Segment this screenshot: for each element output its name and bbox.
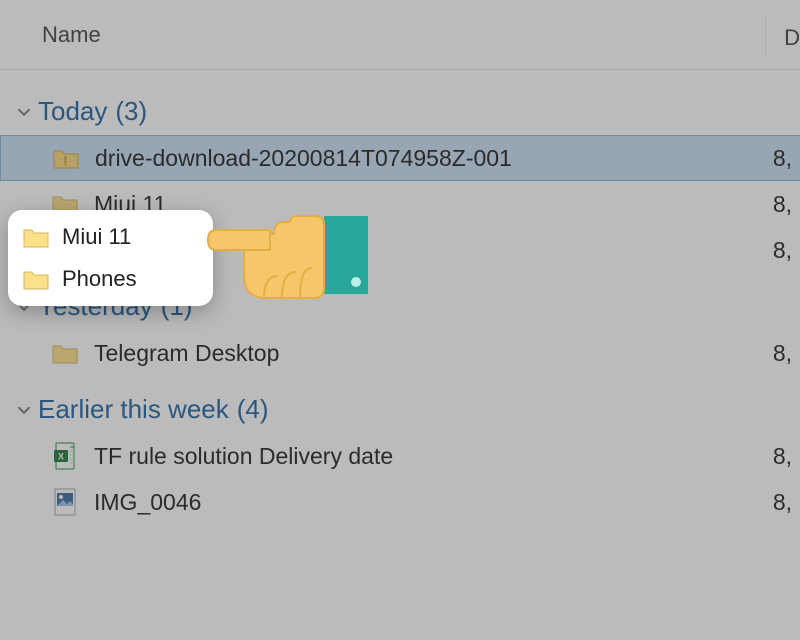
excel-file-icon: X — [50, 442, 80, 470]
annotation-callout: Miui 11 Phones — [8, 210, 213, 306]
file-date: 8, — [773, 227, 792, 273]
file-row[interactable]: X TF rule solution Delivery date 8, — [0, 433, 800, 479]
file-row[interactable]: Telegram Desktop 8, — [0, 330, 800, 376]
callout-item: Miui 11 — [8, 216, 213, 258]
file-name: Telegram Desktop — [94, 340, 800, 367]
file-date: 8, — [773, 479, 792, 525]
file-date: 8, — [773, 136, 792, 180]
file-name: TF rule solution Delivery date — [94, 443, 800, 470]
image-file-icon — [50, 488, 80, 516]
file-row[interactable]: drive-download-20200814T074958Z-001 8, — [0, 135, 800, 181]
group-count: (3) — [115, 96, 147, 127]
group-label: Earlier this week — [38, 394, 229, 425]
group-header-earlier[interactable]: Earlier this week (4) — [0, 386, 800, 433]
folder-icon — [22, 226, 50, 248]
callout-item: Phones — [8, 258, 213, 300]
file-name: drive-download-20200814T074958Z-001 — [95, 145, 800, 172]
folder-zip-icon — [51, 147, 81, 169]
svg-text:X: X — [58, 452, 64, 462]
folder-icon — [22, 268, 50, 290]
group-label: Today — [38, 96, 107, 127]
folder-icon — [50, 342, 80, 364]
callout-label: Phones — [62, 266, 137, 292]
chevron-down-icon — [14, 102, 34, 122]
chevron-down-icon — [14, 400, 34, 420]
column-header-date[interactable]: D — [765, 18, 800, 58]
file-name: IMG_0046 — [94, 489, 800, 516]
column-header-row: Name D — [0, 0, 800, 70]
column-header-name[interactable]: Name — [0, 22, 800, 48]
file-date: 8, — [773, 181, 792, 227]
group-header-today[interactable]: Today (3) — [0, 88, 800, 135]
group-count: (4) — [237, 394, 269, 425]
callout-label: Miui 11 — [62, 224, 131, 250]
file-date: 8, — [773, 330, 792, 376]
file-date: 8, — [773, 433, 792, 479]
file-row[interactable]: IMG_0046 8, — [0, 479, 800, 525]
